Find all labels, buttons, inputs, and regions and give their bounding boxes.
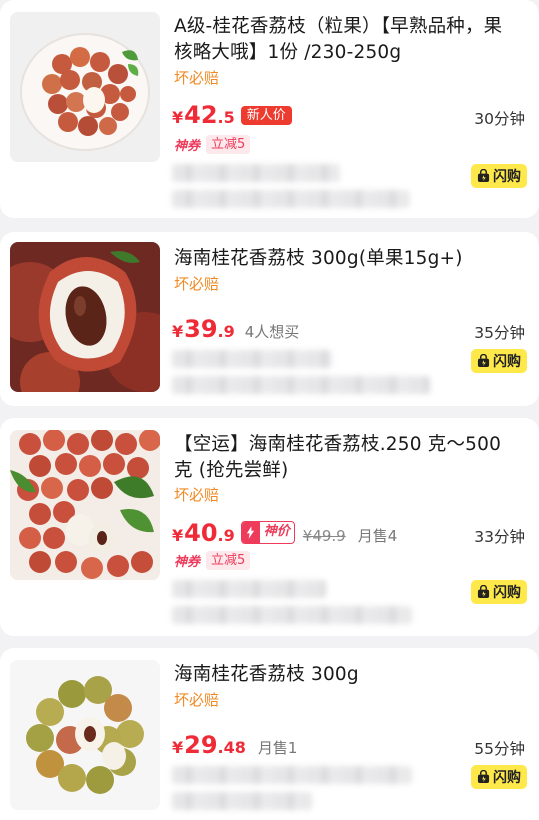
guarantee-label: 坏必赔 [174,69,220,87]
delivery-time: 35分钟 [474,324,525,342]
blurred-shop-info [172,190,410,208]
price-decimal: .5 [217,108,235,127]
flash-buy-label: 闪购 [493,585,521,601]
flash-buy-label: 闪购 [493,354,521,370]
new-user-badge: 新人价 [240,106,292,125]
flash-lock-icon [477,769,490,784]
blurred-shop-info [172,792,312,810]
flash-lock-icon [477,353,490,368]
blurred-shop-info [172,350,332,368]
coupon-discount: 立减5 [206,550,251,570]
flash-buy-label: 闪购 [493,169,521,185]
product-title[interactable]: A级-桂花香荔枝（粒果）【早熟品种，果核略大哦】1份 /230-250g [174,14,519,66]
lightning-icon [241,522,260,543]
want-count: 4人想买 [244,323,300,341]
lychee-closeup-icon[interactable] [10,242,160,392]
coupon-label: 神券 [174,554,201,570]
lychee-plate-icon[interactable] [10,12,160,162]
blurred-shop-info [172,376,430,394]
currency-symbol: ¥ [172,322,184,341]
blurred-shop-info [172,766,412,784]
monthly-sales: 月售4 [357,527,398,545]
product-title[interactable]: 海南桂花香荔枝 300g(单果15g+) [174,246,519,272]
price-integer: 42 [184,101,218,129]
product-card[interactable]: 【空运】海南桂花香荔枝.250 克～500克 (抢先尝鲜) 坏必赔 ¥ 40 .… [0,418,539,636]
flash-buy-button[interactable]: 闪购 [471,765,527,789]
price-integer: 39 [184,315,218,343]
price-decimal: .9 [217,526,235,545]
lychee-pile-icon[interactable] [10,430,160,580]
guarantee-label: 坏必赔 [174,486,220,504]
blurred-shop-info [172,606,412,624]
monthly-sales: 月售1 [257,739,298,757]
flash-lock-icon [477,168,490,183]
flash-lock-icon [477,584,490,599]
coupon-row: 神券 立减5 [174,134,251,154]
god-price-label: 神价 [263,524,290,539]
product-card[interactable]: 海南桂花香荔枝 300g 坏必赔 ¥ 29 .48 月售1 55分钟 闪购 [0,648,539,820]
coupon-discount: 立减5 [206,134,251,154]
delivery-time: 33分钟 [474,528,525,546]
blurred-shop-info [172,164,340,182]
product-title[interactable]: 海南桂花香荔枝 300g [174,662,519,688]
product-card[interactable]: 海南桂花香荔枝 300g(单果15g+) 坏必赔 ¥ 39 .9 4人想买 35… [0,232,539,406]
price-row: ¥ 29 .48 月售1 [172,731,297,761]
price-integer: 40 [184,519,218,547]
god-price-badge: 神价 [240,521,295,544]
currency-symbol: ¥ [172,738,184,757]
coupon-label: 神券 [174,138,201,154]
product-card[interactable]: A级-桂花香荔枝（粒果）【早熟品种，果核略大哦】1份 /230-250g 坏必赔… [0,0,539,218]
currency-symbol: ¥ [172,526,184,545]
price-decimal: .48 [217,738,246,757]
delivery-time: 55分钟 [474,740,525,758]
flash-buy-button[interactable]: 闪购 [471,349,527,373]
flash-buy-label: 闪购 [493,770,521,786]
price-row: ¥ 39 .9 4人想买 [172,315,299,345]
price-row: ¥ 42 .5 新人价 [172,101,292,131]
lychee-bowl-icon[interactable] [10,660,160,810]
flash-buy-button[interactable]: 闪购 [471,164,527,188]
coupon-row: 神券 立减5 [174,550,251,570]
guarantee-label: 坏必赔 [174,275,220,293]
currency-symbol: ¥ [172,108,184,127]
original-price: ¥49.9 [302,527,346,545]
guarantee-label: 坏必赔 [174,691,220,709]
flash-buy-button[interactable]: 闪购 [471,580,527,604]
product-title[interactable]: 【空运】海南桂花香荔枝.250 克～500克 (抢先尝鲜) [174,432,519,484]
blurred-shop-info [172,580,326,598]
price-integer: 29 [184,731,218,759]
delivery-time: 30分钟 [474,110,525,128]
price-decimal: .9 [217,322,235,341]
product-list: A级-桂花香荔枝（粒果）【早熟品种，果核略大哦】1份 /230-250g 坏必赔… [0,0,539,820]
price-row: ¥ 40 .9 神价 ¥49.9 月售4 [172,519,397,549]
